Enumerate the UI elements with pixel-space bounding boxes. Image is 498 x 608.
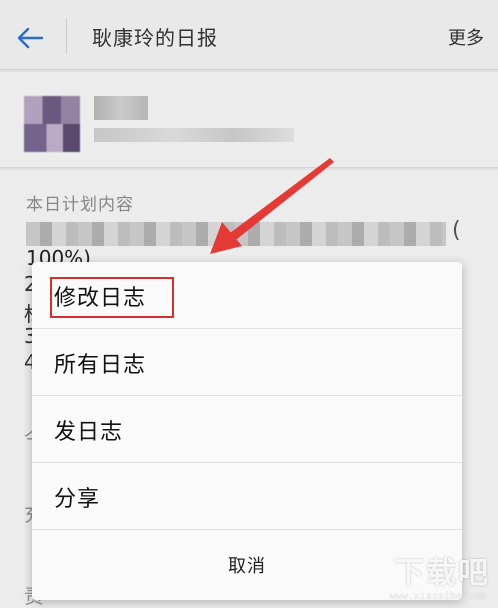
menu-item-post-log[interactable]: 发日志 <box>32 396 462 463</box>
cancel-label: 取消 <box>228 556 266 577</box>
context-menu-dialog: 修改日志 所有日志 发日志 分享 取消 <box>32 262 462 600</box>
plan-text-blurred <box>26 222 446 246</box>
menu-item-label: 分享 <box>54 487 101 512</box>
app-bar: 耿康玲的日报 更多 <box>0 0 498 70</box>
menu-item-all-logs[interactable]: 所有日志 <box>32 329 462 396</box>
avatar[interactable] <box>24 96 80 152</box>
menu-item-edit-log[interactable]: 修改日志 <box>32 262 462 329</box>
menu-item-label: 发日志 <box>54 420 124 445</box>
more-button[interactable]: 更多 <box>448 24 484 50</box>
menu-item-share[interactable]: 分享 <box>32 463 462 530</box>
author-name-blurred <box>94 96 148 120</box>
back-button[interactable] <box>12 20 48 56</box>
cancel-button[interactable]: 取消 <box>32 530 462 600</box>
menu-item-label: 所有日志 <box>54 353 147 378</box>
author-subtitle-blurred <box>94 128 294 142</box>
back-arrow-icon <box>17 27 44 49</box>
section-label-plan: 本日计划内容 <box>26 195 134 215</box>
menu-item-label: 修改日志 <box>54 286 147 311</box>
author-profile <box>0 72 498 168</box>
app-bar-divider <box>66 18 67 54</box>
plan-paren: ( <box>452 218 461 243</box>
page-title: 耿康玲的日报 <box>92 26 218 50</box>
